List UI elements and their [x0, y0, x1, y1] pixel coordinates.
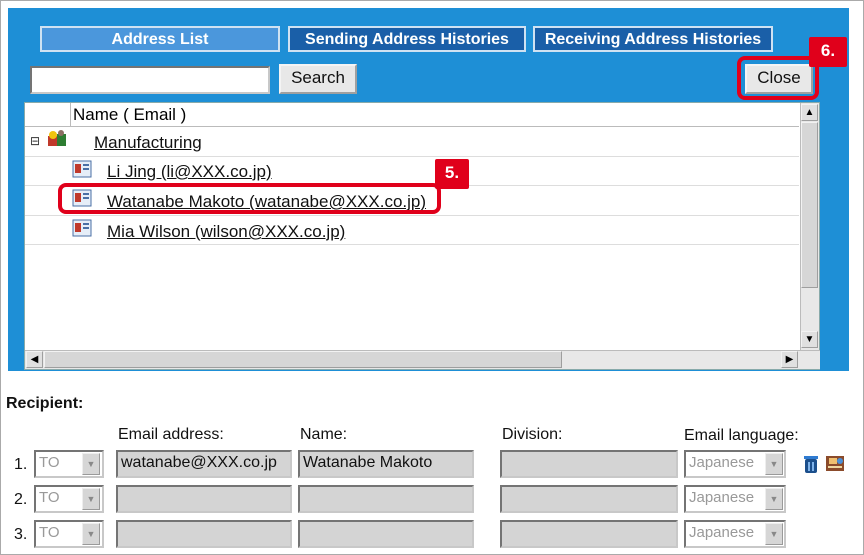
- horizontal-scroll-thumb[interactable]: [44, 351, 562, 368]
- division-field[interactable]: [500, 450, 678, 478]
- list-item-contact[interactable]: Mia Wilson (wilson@XXX.co.jp): [107, 222, 345, 242]
- language-value: Japanese: [689, 524, 755, 541]
- header-division: Division:: [502, 426, 563, 443]
- chevron-down-icon[interactable]: ▼: [765, 523, 783, 545]
- row-number: 1.: [14, 456, 28, 473]
- email-address-field[interactable]: watanabe@XXX.co.jp: [116, 450, 292, 478]
- chevron-down-icon[interactable]: ▼: [765, 453, 783, 475]
- column-header-spacer: [25, 103, 70, 127]
- search-input[interactable]: [30, 66, 270, 94]
- vertical-scroll-thumb[interactable]: [801, 122, 818, 288]
- header-email-language: Email language:: [684, 427, 799, 444]
- header-name: Name:: [300, 426, 348, 443]
- trash-icon[interactable]: [802, 453, 820, 475]
- collapse-icon[interactable]: ⊟: [30, 134, 40, 148]
- column-header-name-email[interactable]: Name ( Email ): [70, 103, 799, 127]
- email-address-field[interactable]: [116, 485, 292, 513]
- search-button[interactable]: Search: [279, 64, 357, 94]
- callout-highlight-step5: [58, 183, 441, 214]
- group-folder-icon: [46, 130, 68, 148]
- header-email-address: Email address:: [118, 426, 224, 443]
- chevron-down-icon[interactable]: ▼: [82, 453, 100, 475]
- scroll-right-button[interactable]: ▶: [781, 351, 798, 368]
- email-address-field[interactable]: [116, 520, 292, 548]
- list-item-contact[interactable]: Li Jing (li@XXX.co.jp): [107, 162, 272, 182]
- callout-highlight-step6: [737, 56, 819, 100]
- scroll-up-button[interactable]: ▲: [801, 104, 818, 121]
- chevron-down-icon[interactable]: ▼: [765, 488, 783, 510]
- recipient-type-value: TO: [39, 454, 60, 471]
- row-divider: [25, 244, 799, 245]
- name-field[interactable]: [298, 485, 474, 513]
- tab-receiving-address-histories[interactable]: Receiving Address Histories: [533, 26, 773, 52]
- division-field[interactable]: [500, 485, 678, 513]
- recipient-type-value: TO: [39, 524, 60, 541]
- chevron-down-icon[interactable]: ▼: [82, 488, 100, 510]
- row-number: 3.: [14, 526, 28, 543]
- callout-badge-step5: 5.: [435, 159, 469, 189]
- row-divider: [25, 215, 799, 216]
- language-value: Japanese: [689, 454, 755, 471]
- recipient-title: Recipient:: [6, 395, 84, 412]
- contact-card-icon: [72, 219, 92, 237]
- name-field[interactable]: [298, 520, 474, 548]
- contact-card-icon: [72, 160, 92, 178]
- address-book-icon[interactable]: [824, 453, 848, 473]
- scroll-left-button[interactable]: ◀: [26, 351, 43, 368]
- recipient-type-value: TO: [39, 489, 60, 506]
- name-field[interactable]: Watanabe Makoto: [298, 450, 474, 478]
- scroll-down-button[interactable]: ▼: [801, 331, 818, 348]
- language-value: Japanese: [689, 489, 755, 506]
- division-field[interactable]: [500, 520, 678, 548]
- group-manufacturing[interactable]: Manufacturing: [94, 133, 202, 153]
- row-number: 2.: [14, 491, 28, 508]
- tab-sending-address-histories[interactable]: Sending Address Histories: [288, 26, 526, 52]
- tab-address-list[interactable]: Address List: [40, 26, 280, 52]
- callout-badge-step6: 6.: [809, 37, 847, 67]
- chevron-down-icon[interactable]: ▼: [82, 523, 100, 545]
- row-divider: [25, 156, 799, 157]
